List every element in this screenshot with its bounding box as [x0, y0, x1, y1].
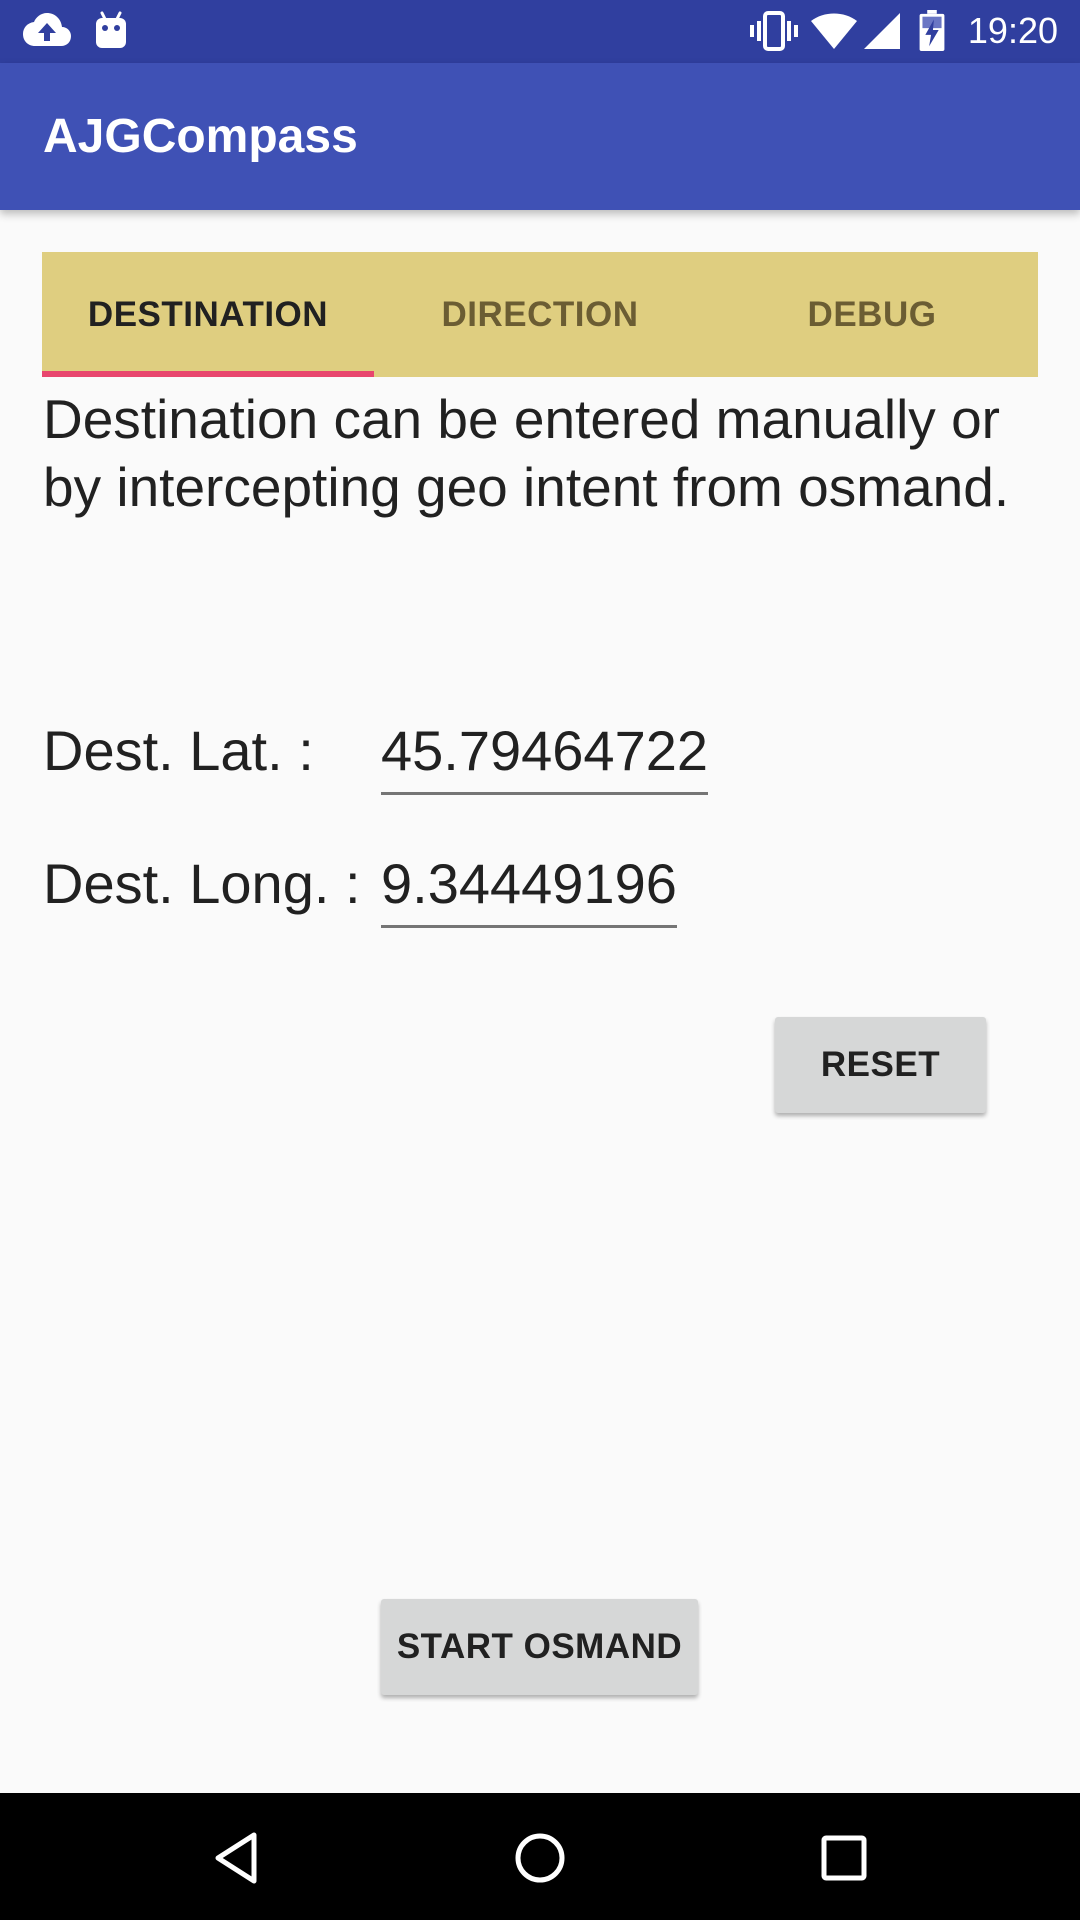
app-bar: AJGCompass: [0, 63, 1080, 210]
battery-charging-icon: [919, 10, 945, 52]
wifi-icon: [811, 13, 857, 49]
dest-lat-input[interactable]: 45.79464722: [381, 716, 709, 795]
tab-destination[interactable]: DESTINATION: [42, 252, 374, 377]
tab-bar: DESTINATION DIRECTION DEBUG: [42, 252, 1038, 377]
recents-icon: [821, 1835, 867, 1881]
navigation-bar: [0, 1793, 1080, 1920]
dest-lat-label: Dest. Lat. :: [43, 719, 314, 782]
tab-label: DIRECTION: [441, 294, 639, 334]
status-bar: 19:20: [0, 0, 1080, 63]
nav-home-button[interactable]: [500, 1818, 580, 1898]
tab-indicator: [42, 371, 374, 377]
description-text: Destination can be entered manually or b…: [43, 388, 1010, 518]
tab-direction[interactable]: DIRECTION: [374, 252, 706, 377]
nav-back-button[interactable]: [196, 1818, 276, 1898]
start-osmand-button-label: START OSMAND: [396, 1627, 683, 1666]
start-osmand-button[interactable]: START OSMAND: [381, 1599, 698, 1695]
tab-debug[interactable]: DEBUG: [706, 252, 1038, 377]
app-title: AJGCompass: [43, 110, 358, 163]
dest-long-label: Dest. Long. :: [43, 852, 361, 915]
back-icon: [215, 1832, 257, 1884]
cell-signal-icon: [864, 13, 900, 49]
status-time: 19:20: [967, 10, 1058, 51]
reset-button[interactable]: RESET: [775, 1017, 986, 1113]
tab-label: DESTINATION: [87, 294, 329, 334]
dest-long-input[interactable]: 9.34449196: [381, 849, 677, 928]
tab-label: DEBUG: [807, 294, 937, 334]
home-icon: [515, 1833, 565, 1883]
vibrate-icon: [750, 11, 798, 51]
cloud-upload-icon: [23, 13, 71, 46]
reset-button-label: RESET: [820, 1045, 941, 1084]
android-icon: [96, 11, 126, 48]
nav-recents-button[interactable]: [804, 1818, 884, 1898]
